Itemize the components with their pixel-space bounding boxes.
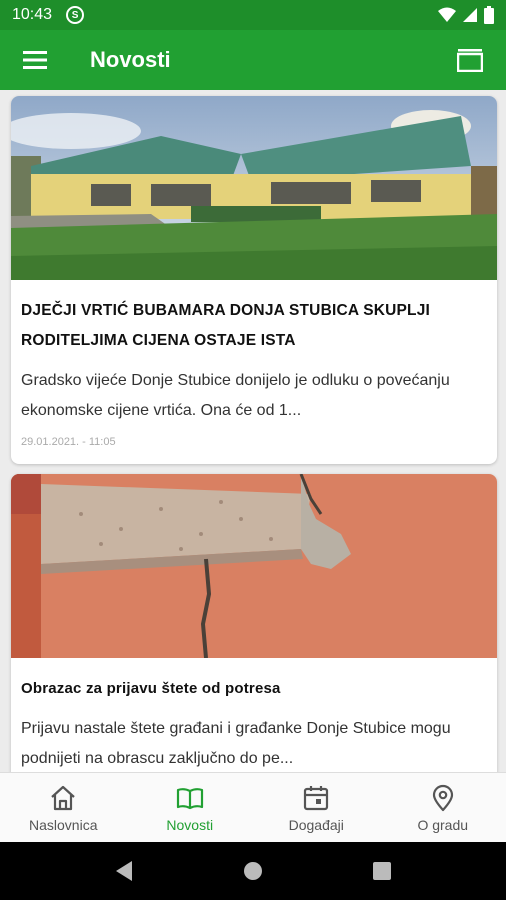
system-navigation-bar bbox=[0, 842, 506, 900]
sync-icon: S bbox=[66, 6, 85, 24]
status-bar: 10:43 S bbox=[0, 0, 506, 30]
back-triangle-icon bbox=[116, 861, 133, 881]
nav-item-naslovnica[interactable]: Naslovnica bbox=[0, 773, 127, 842]
recents-square-icon bbox=[372, 862, 391, 880]
home-circle-icon bbox=[243, 862, 262, 880]
battery-icon bbox=[484, 6, 494, 24]
news-feed[interactable]: DJEČJI VRTIĆ BUBAMARA DONJA STUBICA SKUP… bbox=[0, 90, 506, 772]
nav-label: Novosti bbox=[166, 816, 214, 833]
nav-label: O gradu bbox=[417, 816, 469, 833]
card-date: 29.01.2021. - 11:05 bbox=[21, 436, 116, 448]
card-excerpt: Prijavu nastale štete građani i građanke… bbox=[21, 720, 451, 767]
wifi-icon bbox=[438, 7, 456, 22]
status-icons bbox=[438, 6, 494, 24]
nav-label: Događaji bbox=[288, 816, 344, 833]
calendar-icon bbox=[304, 785, 329, 810]
nav-item-o-gradu[interactable]: O gradu bbox=[380, 773, 506, 842]
location-pin-icon bbox=[432, 784, 453, 811]
card-body: DJEČJI VRTIĆ BUBAMARA DONJA STUBICA SKUP… bbox=[11, 280, 497, 448]
news-card[interactable]: Obrazac za prijavu štete od potresa Prij… bbox=[11, 474, 497, 772]
kindergarten-building-photo bbox=[11, 96, 497, 280]
book-icon bbox=[176, 787, 203, 809]
signal-icon bbox=[463, 8, 477, 22]
home-button[interactable] bbox=[233, 851, 273, 891]
recents-button[interactable] bbox=[362, 851, 402, 891]
card-title: DJEČJI VRTIĆ BUBAMARA DONJA STUBICA SKUP… bbox=[21, 302, 431, 349]
bottom-navigation: Naslovnica Novosti Događaji O gradu bbox=[0, 772, 506, 842]
menu-button[interactable] bbox=[20, 45, 50, 75]
card-title: Obrazac za prijavu štete od potresa bbox=[21, 680, 281, 697]
home-icon bbox=[51, 785, 75, 810]
card-body: Obrazac za prijavu štete od potresa Prij… bbox=[11, 658, 497, 772]
hamburger-icon bbox=[23, 51, 47, 69]
nav-item-dogadaji[interactable]: Događaji bbox=[253, 773, 380, 842]
cracked-wall-photo bbox=[11, 474, 497, 658]
nav-label: Naslovnica bbox=[29, 816, 98, 833]
status-time: 10:43 bbox=[12, 6, 53, 23]
view-stream-icon bbox=[457, 49, 483, 72]
page-title: Novosti bbox=[90, 47, 171, 72]
news-card[interactable]: DJEČJI VRTIĆ BUBAMARA DONJA STUBICA SKUP… bbox=[11, 96, 497, 464]
view-toggle-button[interactable] bbox=[454, 44, 486, 76]
back-button[interactable] bbox=[104, 851, 144, 891]
app-bar: Novosti bbox=[0, 30, 506, 90]
card-excerpt: Gradsko vijeće Donje Stubice donijelo je… bbox=[21, 372, 450, 419]
nav-item-novosti[interactable]: Novosti bbox=[127, 773, 254, 842]
